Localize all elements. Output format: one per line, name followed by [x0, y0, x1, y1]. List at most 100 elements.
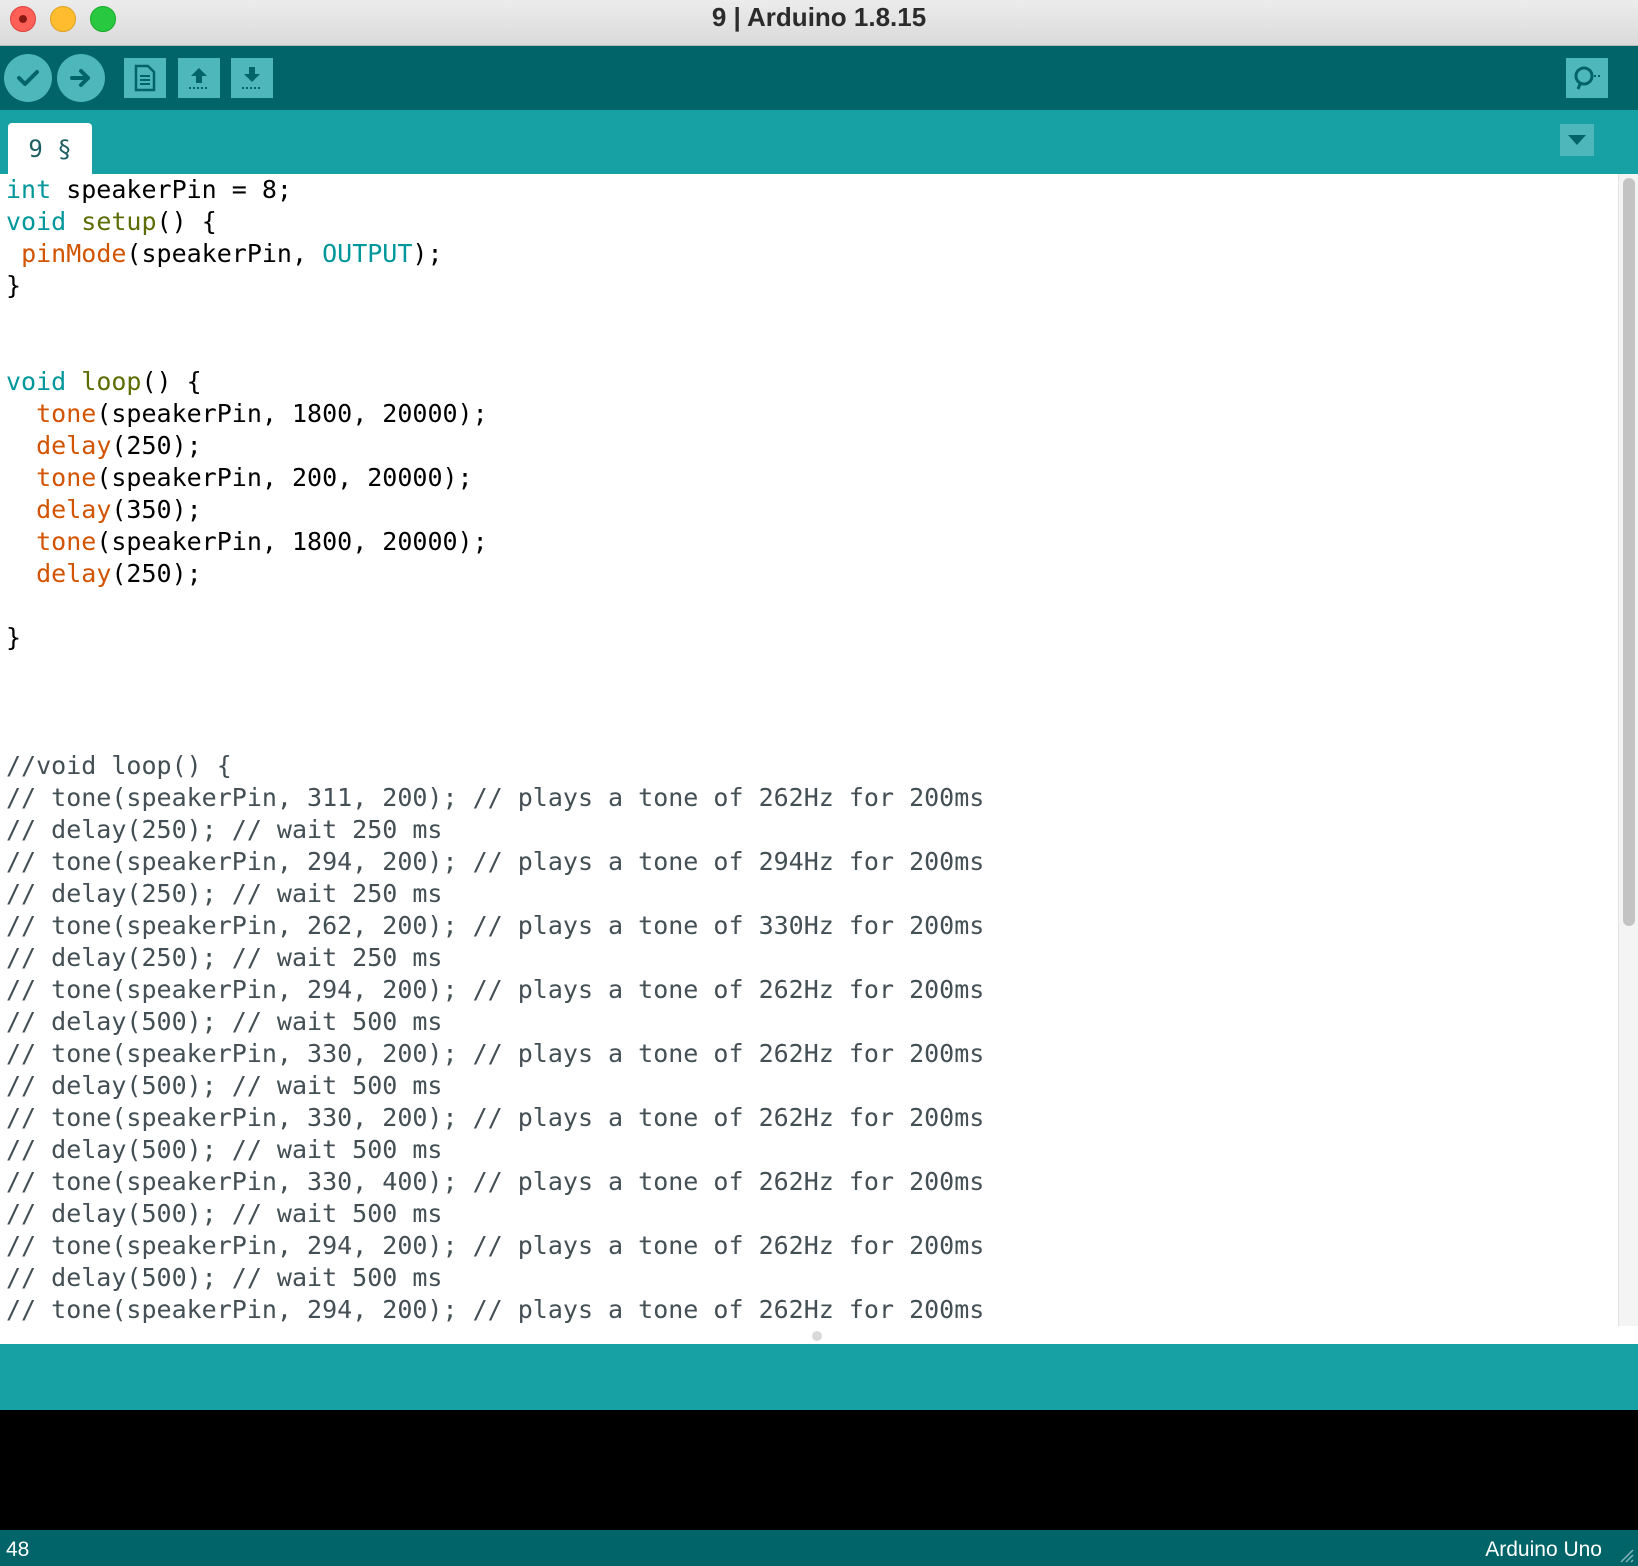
code-token: // delay(500); // wait 500 ms [6, 1071, 443, 1100]
checkmark-icon [17, 70, 39, 86]
tab-menu-button[interactable] [1560, 124, 1594, 156]
code-line: // delay(250); // wait 250 ms [6, 878, 1618, 910]
tab-sketch[interactable]: 9 § [8, 123, 92, 174]
code-token: (250); [111, 559, 202, 588]
code-token: (350); [111, 495, 202, 524]
code-line: tone(speakerPin, 200, 20000); [6, 462, 1618, 494]
code-token: tone [36, 463, 97, 492]
code-line: // tone(speakerPin, 330, 200); // plays … [6, 1038, 1618, 1070]
code-line: tone(speakerPin, 1800, 20000); [6, 526, 1618, 558]
code-text: int speakerPin = 8; void setup() { pinMod… [0, 174, 1618, 1326]
pane-divider[interactable] [0, 1326, 1638, 1344]
code-token: // delay(500); // wait 500 ms [6, 1007, 443, 1036]
magnifier-icon [1574, 66, 1600, 90]
code-line: void setup() { [6, 206, 1618, 238]
code-token: setup [81, 207, 157, 236]
code-token: (speakerPin, 200, 20000); [96, 463, 473, 492]
scrollbar-thumb[interactable] [1623, 178, 1635, 926]
code-token: (250); [111, 431, 202, 460]
code-line: delay(250); [6, 430, 1618, 462]
new-sketch-button[interactable] [124, 58, 166, 98]
tab-strip: 9 § [0, 110, 1638, 174]
code-line: int speakerPin = 8; [6, 174, 1618, 206]
code-token: //void loop() { [6, 751, 232, 780]
serial-monitor-button[interactable] [1566, 58, 1608, 98]
chevron-down-icon [1568, 135, 1586, 145]
code-token: tone [36, 399, 97, 428]
code-line: // delay(500); // wait 500 ms [6, 1134, 1618, 1166]
code-token: // tone(speakerPin, 294, 200); // plays … [6, 975, 985, 1004]
code-line: pinMode(speakerPin, OUTPUT); [6, 238, 1618, 270]
code-line: // tone(speakerPin, 294, 200); // plays … [6, 1230, 1618, 1262]
code-token: // delay(250); // wait 250 ms [6, 879, 443, 908]
code-token: (speakerPin, 1800, 20000); [96, 527, 488, 556]
code-token: delay [36, 559, 112, 588]
toolbar [0, 46, 1638, 110]
code-token: // delay(500); // wait 500 ms [6, 1199, 443, 1228]
code-line: // tone(speakerPin, 311, 200); // plays … [6, 782, 1618, 814]
divider-handle[interactable] [812, 1331, 822, 1341]
code-line: // tone(speakerPin, 294, 200); // plays … [6, 1294, 1618, 1326]
code-token: // tone(speakerPin, 311, 200); // plays … [6, 783, 985, 812]
code-token: void [6, 367, 67, 396]
window-title: 9 | Arduino 1.8.15 [711, 2, 927, 32]
code-line: // delay(500); // wait 500 ms [6, 1070, 1618, 1102]
code-token: (speakerPin, 1800, 20000); [96, 399, 488, 428]
code-line: // delay(250); // wait 250 ms [6, 814, 1618, 846]
code-token: loop [81, 367, 142, 396]
code-line: // tone(speakerPin, 294, 200); // plays … [6, 974, 1618, 1006]
code-token: // delay(500); // wait 500 ms [6, 1135, 443, 1164]
code-token: // tone(speakerPin, 262, 200); // plays … [6, 911, 985, 940]
title-bar: 9 | Arduino 1.8.15 [0, 0, 1638, 46]
resize-grip-icon[interactable] [1616, 1545, 1634, 1563]
code-token: // tone(speakerPin, 294, 200); // plays … [6, 1295, 985, 1324]
code-token: pinMode [21, 239, 127, 268]
arrow-down-icon [242, 67, 262, 89]
upload-button[interactable] [57, 54, 105, 102]
code-line: tone(speakerPin, 1800, 20000); [6, 398, 1618, 430]
vertical-scrollbar[interactable] [1618, 174, 1638, 1326]
code-token: () { [156, 207, 217, 236]
line-number: 48 [6, 1538, 30, 1561]
code-token: ); [412, 239, 443, 268]
code-line: void loop() { [6, 366, 1618, 398]
code-line: // tone(speakerPin, 330, 400); // plays … [6, 1166, 1618, 1198]
console-output [0, 1410, 1638, 1530]
arrow-right-icon [70, 69, 90, 87]
code-token: OUTPUT [322, 239, 413, 268]
footer-bar: 48 Arduino Uno [0, 1530, 1638, 1566]
code-line: // delay(500); // wait 500 ms [6, 1262, 1618, 1294]
code-token: // delay(500); // wait 500 ms [6, 1263, 443, 1292]
code-line: delay(250); [6, 558, 1618, 590]
code-token: // delay(250); // wait 250 ms [6, 815, 443, 844]
open-sketch-button[interactable] [178, 58, 220, 98]
code-editor[interactable]: int speakerPin = 8; void setup() { pinMod… [0, 174, 1618, 1326]
code-line: //void loop() { [6, 750, 1618, 782]
code-line: } [6, 622, 1618, 654]
save-sketch-button[interactable] [231, 58, 273, 98]
code-line: // delay(250); // wait 250 ms [6, 942, 1618, 974]
code-token: (speakerPin, [126, 239, 323, 268]
code-token: // tone(speakerPin, 294, 200); // plays … [6, 847, 985, 876]
code-token: } [6, 623, 22, 652]
code-line: // tone(speakerPin, 330, 200); // plays … [6, 1102, 1618, 1134]
code-token: // tone(speakerPin, 294, 200); // plays … [6, 1231, 985, 1260]
code-token: delay [36, 495, 112, 524]
code-line: } [6, 270, 1618, 302]
message-area [0, 1344, 1638, 1410]
verify-button[interactable] [4, 54, 52, 102]
code-token: } [6, 271, 22, 300]
code-token: delay [36, 431, 112, 460]
arrow-up-icon [189, 68, 209, 89]
